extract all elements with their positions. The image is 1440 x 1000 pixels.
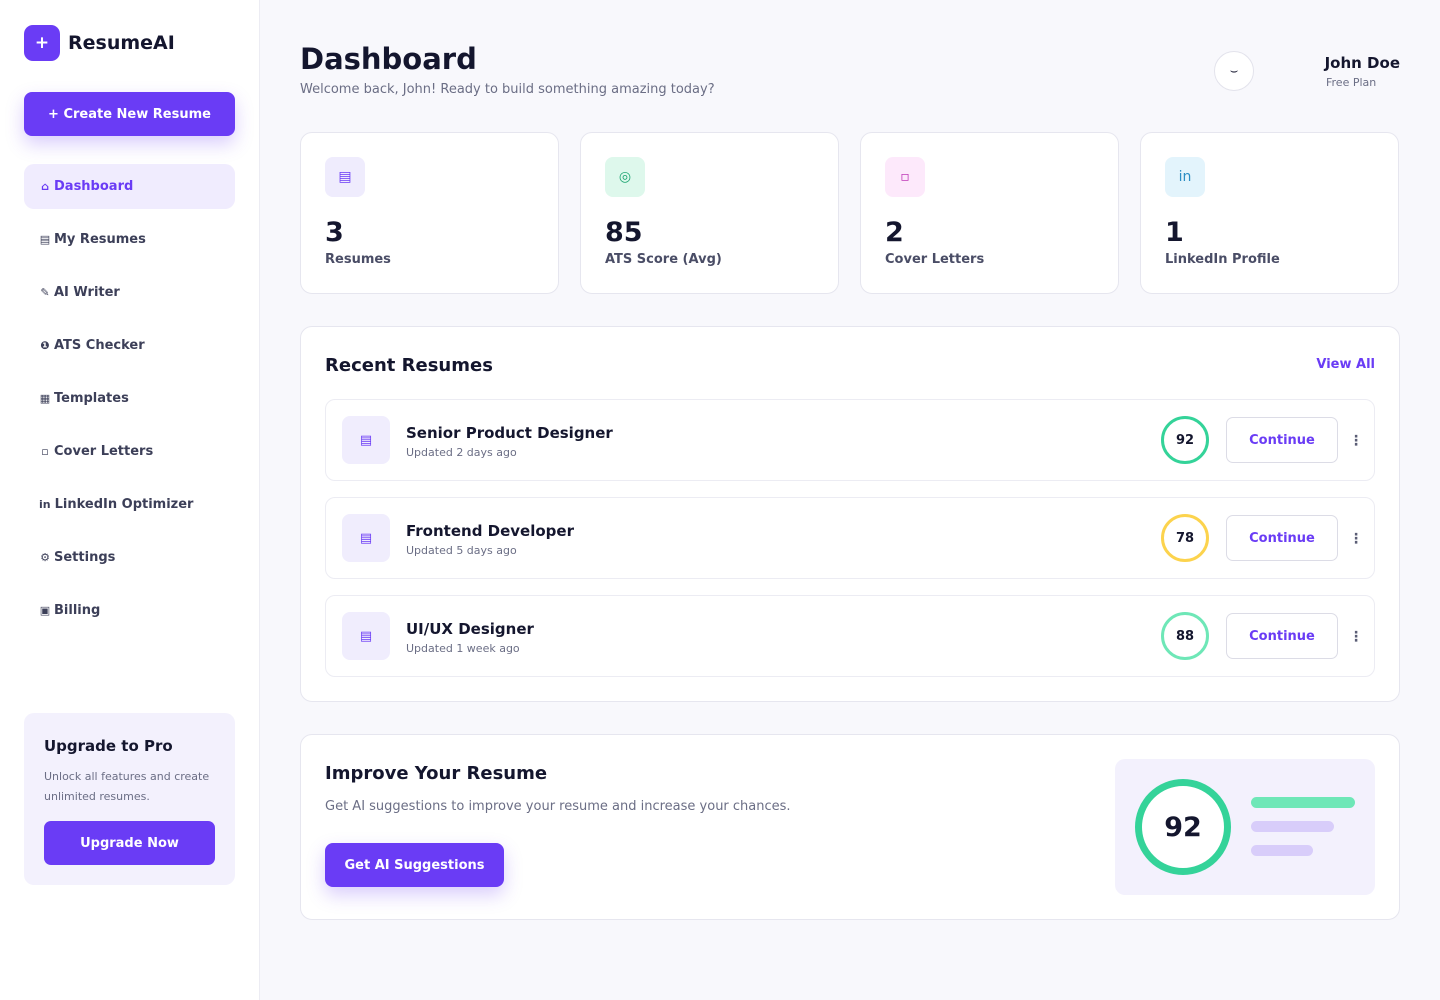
sidebar-item-ai-writer[interactable]: ✎ AI Writer: [24, 270, 235, 315]
preview-bar: [1251, 821, 1334, 832]
upgrade-card: Upgrade to Pro Unlock all features and c…: [24, 713, 235, 885]
resume-updated: Updated 5 days ago: [406, 544, 517, 557]
sidebar-item-label: Billing: [54, 603, 101, 618]
stat-label: Cover Letters: [885, 252, 985, 267]
sidebar-item-my-resumes[interactable]: ▤ My Resumes: [24, 217, 235, 262]
envelope-icon: ▫: [41, 445, 49, 458]
resume-title: Frontend Developer: [406, 522, 574, 540]
score-ring: 92: [1135, 779, 1231, 875]
resume-updated: Updated 2 days ago: [406, 446, 517, 459]
continue-button[interactable]: Continue: [1226, 515, 1338, 561]
document-icon: ▤: [342, 416, 390, 464]
sidebar-item-label: Cover Letters: [54, 444, 154, 459]
sidebar-item-settings[interactable]: ⚙ Settings: [24, 535, 235, 580]
score-preview: 92: [1115, 759, 1375, 895]
more-options-icon[interactable]: ⋮: [1349, 428, 1363, 454]
document-icon: ▤: [342, 514, 390, 562]
sidebar-item-label: Dashboard: [54, 179, 134, 194]
stat-card-resumes[interactable]: ▤ 3 Resumes: [300, 132, 559, 294]
stat-value: 3: [325, 217, 344, 248]
preview-bar: [1251, 797, 1355, 808]
sidebar-nav: ⌂ Dashboard ▤ My Resumes ✎ AI Writer ❶ A…: [24, 164, 235, 641]
stat-label: Resumes: [325, 252, 391, 267]
sidebar-item-label: ATS Checker: [54, 338, 145, 353]
improve-resume-panel: Improve Your Resume Get AI suggestions t…: [300, 734, 1400, 920]
recent-resumes-panel: Recent Resumes View All ▤ Senior Product…: [300, 326, 1400, 702]
sidebar-item-cover-letters[interactable]: ▫ Cover Letters: [24, 429, 235, 474]
stat-value: 1: [1165, 217, 1184, 248]
stat-value: 85: [605, 217, 643, 248]
resume-updated: Updated 1 week ago: [406, 642, 520, 655]
logo[interactable]: + ResumeAI: [24, 25, 175, 61]
stat-label: ATS Score (Avg): [605, 252, 722, 267]
document-icon: ▤: [342, 612, 390, 660]
sidebar-item-label: Templates: [54, 391, 129, 406]
more-options-icon[interactable]: ⋮: [1349, 624, 1363, 650]
ats-score-ring: 78: [1161, 514, 1209, 562]
get-ai-suggestions-button[interactable]: Get AI Suggestions: [325, 843, 504, 887]
sidebar-item-label: AI Writer: [54, 285, 120, 300]
home-icon: ⌂: [41, 180, 49, 193]
preview-bar: [1251, 845, 1313, 856]
linkedin-icon: in: [1165, 157, 1205, 197]
user-plan: Free Plan: [1326, 76, 1377, 89]
stat-label: LinkedIn Profile: [1165, 252, 1280, 267]
document-icon: ▤: [325, 157, 365, 197]
sidebar-item-billing[interactable]: ▣ Billing: [24, 588, 235, 633]
upgrade-title: Upgrade to Pro: [44, 737, 173, 755]
resume-row[interactable]: ▤ UI/UX Designer Updated 1 week ago 88 C…: [325, 595, 1375, 677]
sidebar-item-label: My Resumes: [54, 232, 146, 247]
card-icon: ▣: [39, 604, 51, 617]
envelope-icon: ▫: [885, 157, 925, 197]
avatar[interactable]: ⌣: [1214, 51, 1254, 91]
linkedin-icon: in: [39, 498, 51, 511]
stat-card-ats-score[interactable]: ◎ 85 ATS Score (Avg): [580, 132, 839, 294]
logo-plus-icon: +: [24, 25, 60, 61]
sidebar-item-ats-checker[interactable]: ❶ ATS Checker: [24, 323, 235, 368]
sidebar: + ResumeAI + Create New Resume ⌂ Dashboa…: [0, 0, 260, 1000]
pen-icon: ✎: [40, 286, 50, 299]
resume-title: Senior Product Designer: [406, 424, 613, 442]
stat-card-cover-letters[interactable]: ▫ 2 Cover Letters: [860, 132, 1119, 294]
page-subtitle: Welcome back, John! Ready to build somet…: [300, 82, 715, 97]
ats-score-ring: 92: [1161, 416, 1209, 464]
ats-score-ring: 88: [1161, 612, 1209, 660]
resume-row[interactable]: ▤ Senior Product Designer Updated 2 days…: [325, 399, 1375, 481]
stat-card-linkedin[interactable]: in 1 LinkedIn Profile: [1140, 132, 1399, 294]
check-circle-icon: ❶: [40, 339, 50, 352]
sidebar-item-templates[interactable]: ▦ Templates: [24, 376, 235, 421]
sidebar-item-label: Settings: [54, 550, 116, 565]
more-options-icon[interactable]: ⋮: [1349, 526, 1363, 552]
continue-button[interactable]: Continue: [1226, 417, 1338, 463]
upgrade-text: Unlock all features and create unlimited…: [44, 770, 210, 803]
sidebar-item-linkedin-optimizer[interactable]: in LinkedIn Optimizer: [24, 482, 235, 527]
target-icon: ◎: [605, 157, 645, 197]
sidebar-item-dashboard[interactable]: ⌂ Dashboard: [24, 164, 235, 209]
gear-icon: ⚙: [40, 551, 50, 564]
improve-subtitle: Get AI suggestions to improve your resum…: [325, 799, 791, 814]
resume-row[interactable]: ▤ Frontend Developer Updated 5 days ago …: [325, 497, 1375, 579]
upgrade-now-button[interactable]: Upgrade Now: [44, 821, 215, 865]
sidebar-item-label: LinkedIn Optimizer: [54, 497, 194, 512]
user-name[interactable]: John Doe: [1325, 54, 1400, 72]
continue-button[interactable]: Continue: [1226, 613, 1338, 659]
resume-title: UI/UX Designer: [406, 620, 534, 638]
brand-name: ResumeAI: [68, 32, 175, 54]
create-new-resume-button[interactable]: + Create New Resume: [24, 92, 235, 136]
improve-title: Improve Your Resume: [325, 763, 548, 784]
grid-icon: ▦: [39, 392, 51, 405]
stat-value: 2: [885, 217, 904, 248]
recent-resumes-title: Recent Resumes: [325, 355, 493, 376]
document-icon: ▤: [39, 233, 51, 246]
view-all-link[interactable]: View All: [1316, 357, 1375, 372]
page-title: Dashboard: [300, 42, 477, 76]
